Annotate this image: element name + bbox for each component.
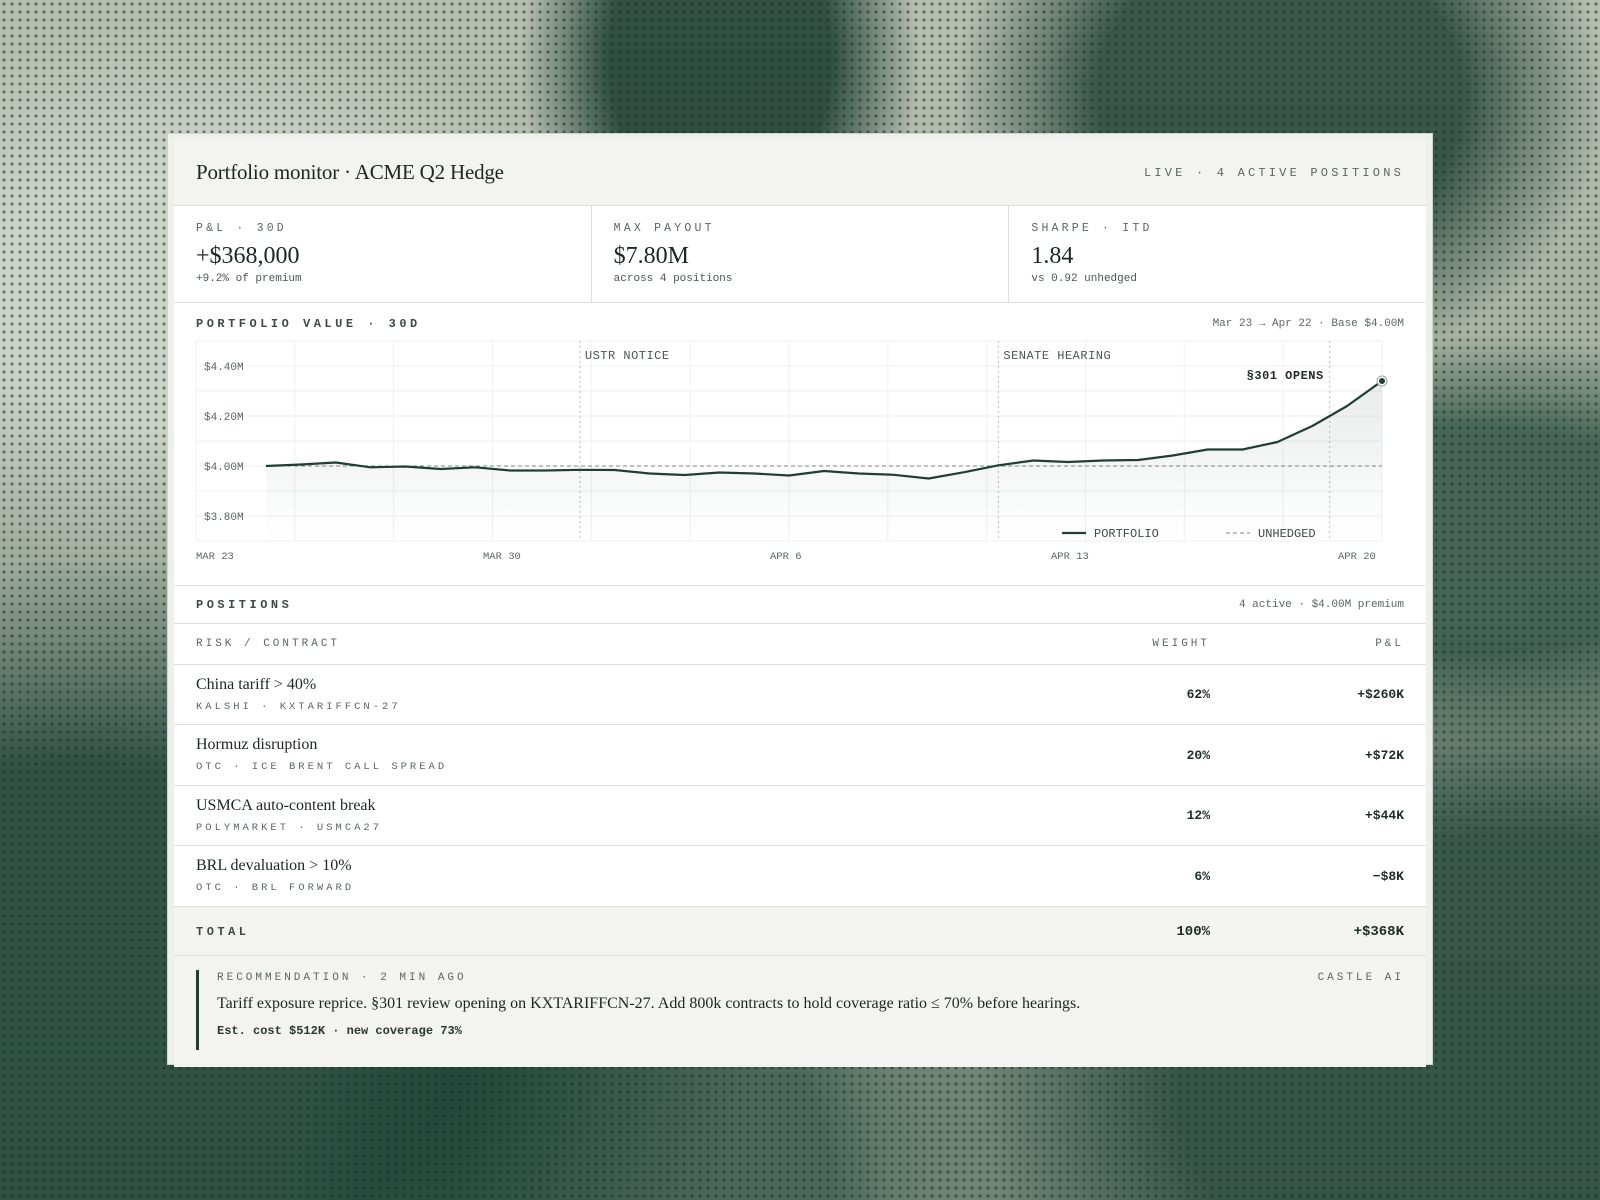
table-row[interactable]: China tariff > 40% KALSHI · KXTARIFFCN-27… — [174, 664, 1426, 725]
recommendation-source: CASTLE AI — [1317, 971, 1404, 984]
annotation-label: USTR NOTICE — [585, 349, 670, 363]
risk-name: BRL devaluation > 10% — [196, 857, 352, 875]
column-header-risk[interactable]: RISK / CONTRACT — [174, 624, 1096, 665]
pnl-value: +$44K — [1364, 808, 1404, 824]
page-title: Portfolio monitor · ACME Q2 Hedge — [196, 160, 504, 184]
annotation-label: SENATE HEARING — [1003, 349, 1111, 363]
kpi-label: P&L · 30D — [196, 222, 287, 235]
kpi-row: P&L · 30D +$368,000 +9.2% of premium MAX… — [174, 206, 1426, 303]
recommendation-cost: Est. cost $512K · new coverage 73% — [217, 1023, 462, 1038]
kpi-sub: +9.2% of premium — [196, 273, 302, 285]
x-tick-label: MAR 30 — [483, 551, 521, 563]
pnl-value: +$72K — [1364, 747, 1404, 763]
kpi-value: $7.80M — [613, 243, 690, 269]
table-row[interactable]: Hormuz disruption OTC · ICE BRENT CALL SP… — [174, 724, 1426, 786]
total-pnl: +$368K — [1353, 923, 1404, 940]
weight-value: 6% — [1194, 868, 1210, 884]
table-row[interactable]: BRL devaluation > 10% OTC · BRL FORWARD 6… — [174, 845, 1426, 907]
kpi-value: 1.84 — [1031, 243, 1074, 269]
risk-name: China tariff > 40% — [196, 675, 317, 693]
portfolio-value-chart-section: $4.40M $4.20M $4.00M $3.80M MAR 23 MAR 30 APR … — [174, 303, 1426, 586]
x-tick-label: APR 6 — [770, 551, 802, 563]
chart-range: Mar 23 → Apr 22 · Base $4.00M — [1212, 318, 1404, 330]
kpi-label: MAX PAYOUT — [613, 222, 715, 235]
y-tick-label: $3.80M — [204, 512, 244, 524]
column-header-pnl[interactable]: P&L — [1216, 624, 1426, 665]
positions-meta: 4 active · $4.00M premium — [1238, 598, 1404, 611]
x-tick-label: APR 13 — [1051, 551, 1089, 563]
contract-id: POLYMARKET · USMCA27 — [196, 821, 383, 834]
contract-id: KALSHI · KXTARIFFCN-27 — [196, 700, 401, 713]
recommendation-body: RECOMMENDATION · 2 MIN AGO CASTLE AI Tar… — [196, 969, 1404, 1050]
portfolio-area — [266, 381, 1382, 541]
live-status: LIVE · 4 ACTIVE POSITIONS — [1143, 165, 1404, 180]
card-header: Portfolio monitor · ACME Q2 Hedge LIVE ·… — [174, 140, 1426, 206]
annotation-label: §301 OPENS — [1247, 369, 1324, 383]
pnl-value: +$260K — [1357, 687, 1404, 703]
recommendation-label: RECOMMENDATION · 2 MIN AGO — [217, 971, 467, 984]
x-tick-label: APR 20 — [1338, 551, 1376, 563]
recommendation-text: Tariff exposure reprice. §301 review ope… — [217, 994, 1081, 1012]
kpi-pnl: P&L · 30D +$368,000 +9.2% of premium — [174, 206, 592, 302]
kpi-label: SHARPE · ITD — [1031, 222, 1153, 235]
positions-header: POSITIONS 4 active · $4.00M premium — [174, 586, 1426, 624]
kpi-value: +$368,000 — [196, 243, 300, 269]
pnl-value: −$8K — [1372, 868, 1404, 884]
total-weight: 100% — [1176, 923, 1210, 940]
portfolio-monitor-card: Portfolio monitor · ACME Q2 Hedge LIVE ·… — [168, 134, 1432, 1067]
x-tick-label: MAR 23 — [196, 551, 234, 563]
risk-name: Hormuz disruption — [196, 736, 318, 754]
chart-title: PORTFOLIO VALUE · 30D — [196, 317, 421, 331]
legend-unhedged-label: UNHEDGED — [1258, 527, 1316, 541]
recommendation-panel: RECOMMENDATION · 2 MIN AGO CASTLE AI Tar… — [174, 955, 1426, 1067]
y-tick-label: $4.40M — [204, 362, 244, 374]
risk-name: USMCA auto-content break — [196, 796, 376, 814]
kpi-sharpe: SHARPE · ITD 1.84 vs 0.92 unhedged — [1009, 206, 1426, 302]
weight-value: 20% — [1186, 747, 1210, 763]
weight-value: 62% — [1186, 687, 1210, 703]
positions-title: POSITIONS — [196, 597, 293, 612]
y-tick-label: $4.20M — [204, 412, 244, 424]
kpi-max-payout: MAX PAYOUT $7.80M across 4 positions — [592, 206, 1010, 302]
y-tick-label: $4.00M — [204, 462, 244, 474]
table-row[interactable]: USMCA auto-content break POLYMARKET · USM… — [174, 785, 1426, 846]
kpi-sub: vs 0.92 unhedged — [1031, 273, 1137, 285]
contract-id: OTC · ICE BRENT CALL SPREAD — [196, 761, 448, 774]
weight-value: 12% — [1186, 808, 1210, 824]
total-row: TOTAL 100% +$368K — [174, 906, 1426, 956]
positions-table: RISK / CONTRACT WEIGHT P&L China tariff … — [174, 624, 1426, 956]
endpoint-marker — [1379, 378, 1385, 384]
column-header-weight[interactable]: WEIGHT — [1096, 624, 1216, 665]
total-label: TOTAL — [196, 924, 250, 939]
contract-id: OTC · BRL FORWARD — [196, 882, 355, 895]
kpi-sub: across 4 positions — [613, 273, 733, 285]
portfolio-value-chart: $4.40M $4.20M $4.00M $3.80M MAR 23 MAR 30 APR … — [195, 340, 1388, 563]
legend-portfolio-label: PORTFOLIO — [1094, 527, 1159, 541]
